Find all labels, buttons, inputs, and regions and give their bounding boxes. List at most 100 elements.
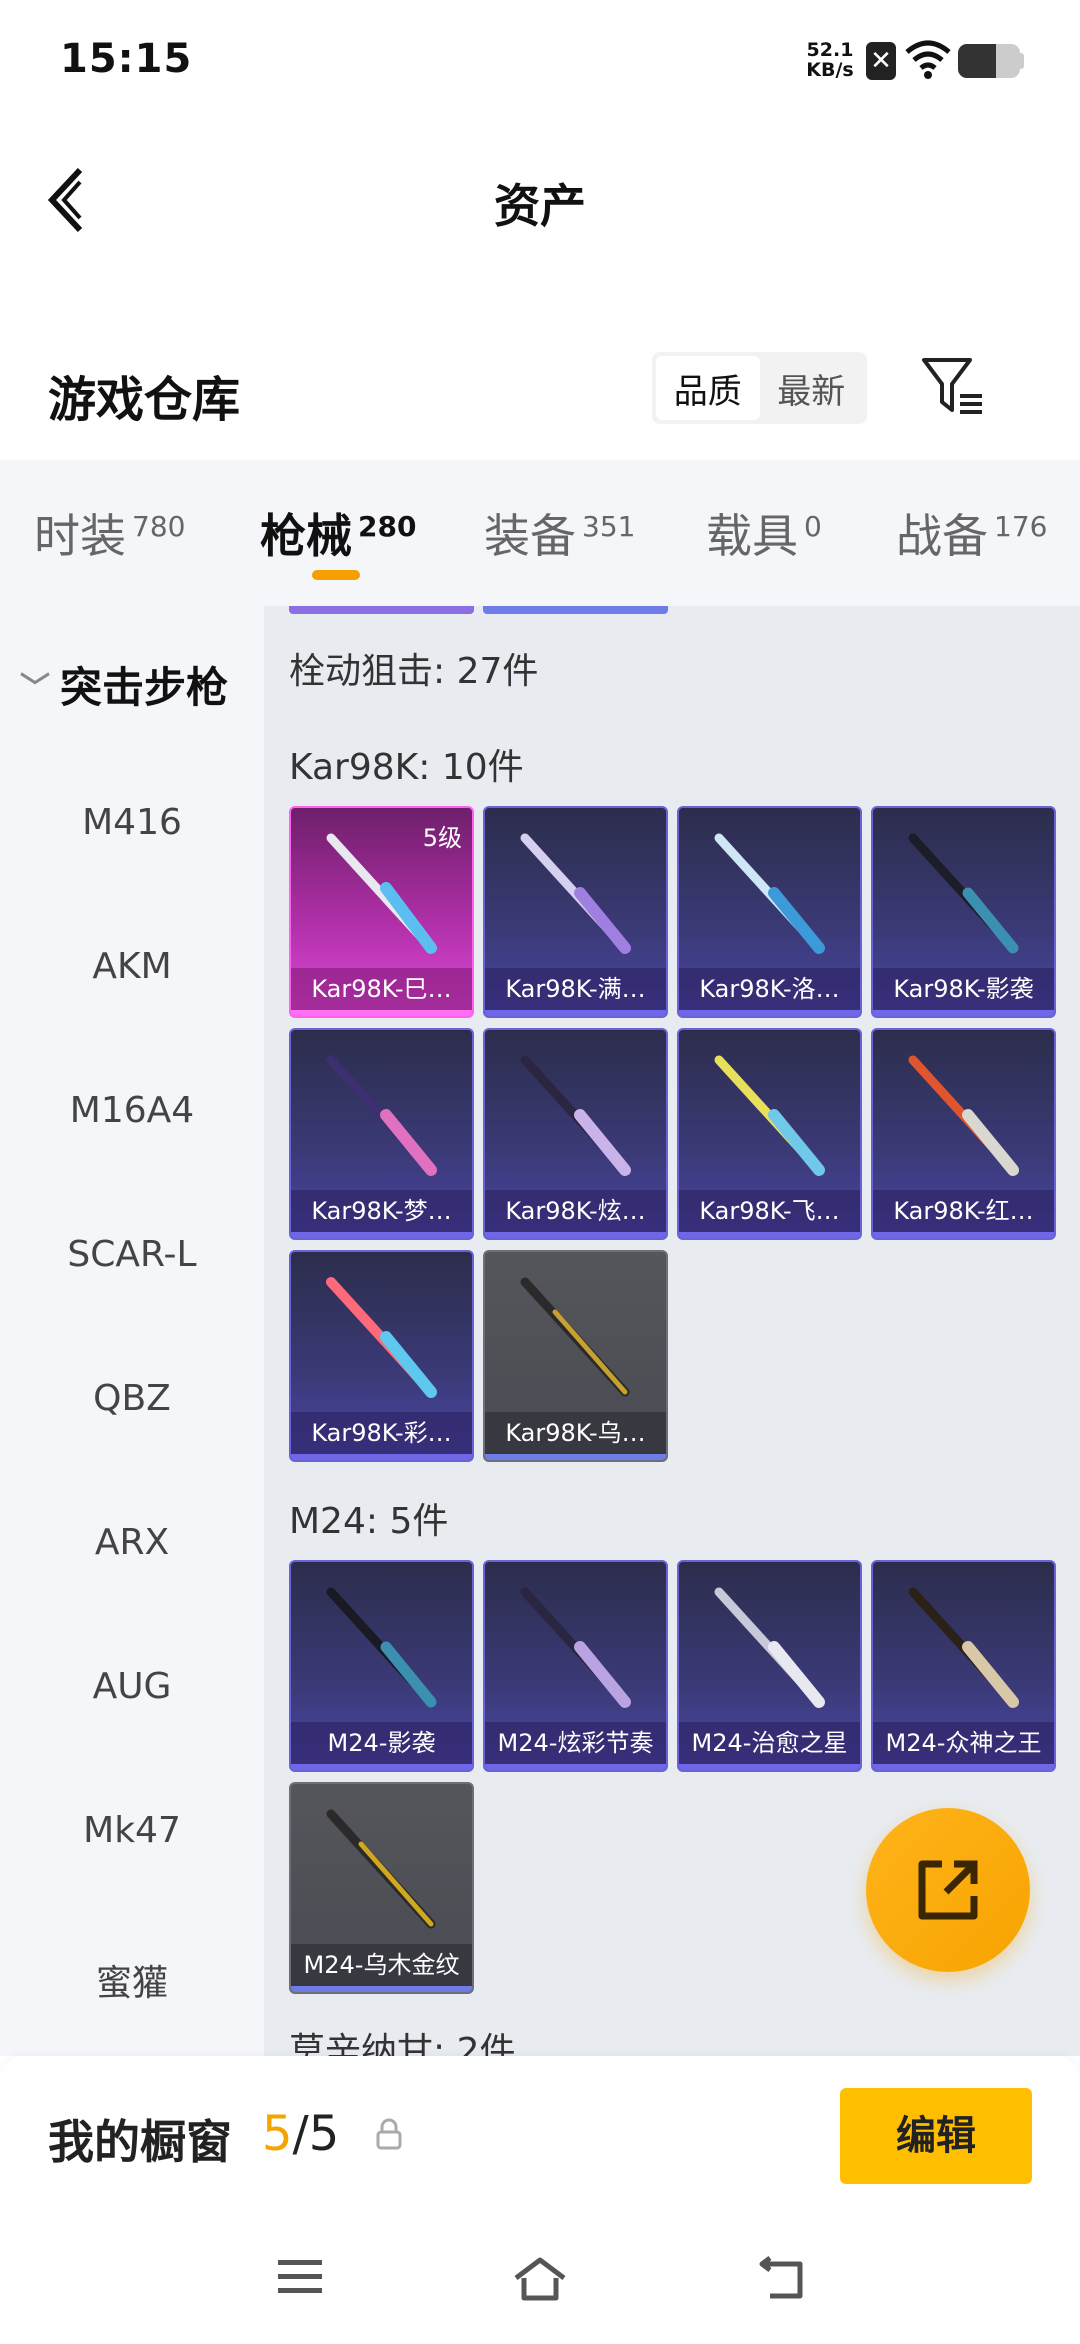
weapon-card-label: Kar98K-飞…: [679, 1190, 860, 1232]
weapon-card[interactable]: M24-影袭: [289, 1560, 474, 1772]
weapon-card-label: Kar98K-满…: [485, 968, 666, 1010]
weapon-card-label: Kar98K-乌…: [485, 1412, 666, 1454]
tab-supplies[interactable]: 战备 176: [896, 500, 1047, 566]
weapon-card-label: Kar98K-红…: [873, 1190, 1054, 1232]
sidebar-item-arx[interactable]: ARX: [0, 1522, 264, 1563]
showcase-count: 5/5: [262, 2106, 340, 2162]
rifle-icon: [520, 1277, 630, 1397]
weapon-card-label: Kar98K-彩…: [291, 1412, 472, 1454]
tab-guns[interactable]: 枪械 280: [260, 500, 416, 566]
menu-icon[interactable]: [276, 2256, 324, 2296]
tab-fashion[interactable]: 时装 780: [34, 500, 185, 566]
weapon-card-label: M24-乌木金纹: [291, 1944, 472, 1986]
rifle-icon: [326, 1809, 436, 1929]
weapon-card[interactable]: 5级 Kar98K-巳…: [289, 806, 474, 1018]
rarity-bar: [291, 1010, 472, 1016]
sort-newest-button[interactable]: 最新: [760, 356, 864, 420]
sidebar-category-assault-rifle[interactable]: ﹀ 突击步枪: [20, 654, 228, 715]
home-icon[interactable]: [512, 2256, 568, 2302]
weapon-card-label: Kar98K-巳…: [291, 968, 472, 1010]
category-tabs: 时装 780 枪械 280 装备 351 载具 0 战备 176: [0, 460, 1080, 606]
rarity-bar: [485, 1764, 666, 1770]
edit-button[interactable]: 编辑: [840, 2088, 1032, 2184]
sort-quality-button[interactable]: 品质: [656, 356, 760, 420]
sidebar-item-mk47[interactable]: Mk47: [0, 1810, 264, 1851]
weapon-card-label: M24-影袭: [291, 1722, 472, 1764]
weapon-card[interactable]: M24-乌木金纹: [289, 1782, 474, 1994]
active-tab-indicator: [312, 570, 360, 580]
group-title: 栓动狙击: 27件: [289, 651, 539, 692]
tab-vehicles[interactable]: 载具 0: [706, 500, 822, 566]
weapon-card[interactable]: M24-炫彩节奏: [483, 1560, 668, 1772]
back-nav-icon[interactable]: [756, 2256, 806, 2302]
section-title-m24: M24: 5件: [289, 1501, 449, 1542]
weapon-card[interactable]: Kar98K-梦…: [289, 1028, 474, 1240]
rarity-bar: [873, 1010, 1054, 1016]
weapon-card-label: M24-炫彩节奏: [485, 1722, 666, 1764]
wifi-icon: [905, 40, 951, 79]
rarity-bar: [291, 1454, 472, 1460]
weapon-card[interactable]: Kar98K-洛…: [677, 806, 862, 1018]
rifle-icon: [520, 1055, 631, 1176]
weapon-card[interactable]: M24-众神之王: [871, 1560, 1056, 1772]
share-button[interactable]: [866, 1808, 1030, 1972]
rarity-bar: [873, 1232, 1054, 1238]
sidebar-item-m16a4[interactable]: M16A4: [0, 1090, 264, 1131]
card-stub: [289, 606, 474, 614]
system-nav-bar: [0, 2206, 1080, 2344]
tab-equipment[interactable]: 装备 351: [484, 500, 635, 566]
rifle-icon: [520, 833, 631, 954]
sidebar-item-honey-badger[interactable]: 蜜獾: [0, 1954, 264, 2006]
weapon-card-label: Kar98K-洛…: [679, 968, 860, 1010]
weapon-card[interactable]: Kar98K-飞…: [677, 1028, 862, 1240]
chevron-down-icon: ﹀: [20, 670, 50, 706]
rarity-bar: [291, 1764, 472, 1770]
status-time: 15:15: [60, 36, 193, 82]
share-icon: [918, 1860, 978, 1920]
rarity-bar: [679, 1764, 860, 1770]
rarity-bar: [291, 1986, 472, 1992]
weapon-card-label: M24-治愈之星: [679, 1722, 860, 1764]
weapon-card[interactable]: Kar98K-红…: [871, 1028, 1056, 1240]
weapon-card[interactable]: Kar98K-炫…: [483, 1028, 668, 1240]
battery-tip: [1018, 53, 1024, 69]
weapon-card[interactable]: Kar98K-乌…: [483, 1250, 668, 1462]
weapon-card-label: Kar98K-影袭: [873, 968, 1054, 1010]
rifle-icon: [714, 1587, 825, 1708]
sidebar-item-qbz[interactable]: QBZ: [0, 1378, 264, 1419]
weapon-card[interactable]: M24-治愈之星: [677, 1560, 862, 1772]
sidebar-item-scar-l[interactable]: SCAR-L: [0, 1234, 264, 1275]
page-title: 资产: [494, 179, 586, 233]
lock-icon[interactable]: [374, 2118, 404, 2150]
weapon-card[interactable]: Kar98K-满…: [483, 806, 668, 1018]
rifle-icon: [908, 1055, 1019, 1176]
network-speed: 52.1 KB/s: [806, 39, 854, 81]
rarity-bar: [873, 1764, 1054, 1770]
rifle-icon: [908, 1587, 1019, 1708]
weapon-card-label: Kar98K-炫…: [485, 1190, 666, 1232]
rarity-bar: [485, 1454, 666, 1460]
rarity-bar: [679, 1232, 860, 1238]
sidebar-item-akm[interactable]: AKM: [0, 946, 264, 987]
rifle-icon: [714, 1055, 825, 1176]
no-sim-icon: ✕: [866, 42, 896, 80]
section-title-mosin-partial: 莫辛纳甘: 2件: [289, 2031, 516, 2056]
rifle-icon: [326, 1277, 437, 1398]
weapon-card-label: M24-众神之王: [873, 1722, 1054, 1764]
level-badge: 5级: [422, 824, 462, 852]
rarity-bar: [679, 1010, 860, 1016]
showcase-bar: 我的橱窗 5/5 编辑: [0, 2056, 1080, 2206]
sidebar-item-aug[interactable]: AUG: [0, 1666, 264, 1707]
sidebar-item-m416[interactable]: M416: [0, 802, 264, 843]
card-stub: [483, 606, 668, 614]
status-bar: 15:15 52.1 KB/s ✕: [0, 0, 1080, 120]
weapon-card[interactable]: Kar98K-影袭: [871, 806, 1056, 1018]
weapon-card-label: Kar98K-梦…: [291, 1190, 472, 1232]
weapon-card[interactable]: Kar98K-彩…: [289, 1250, 474, 1462]
rarity-bar: [291, 1232, 472, 1238]
rifle-icon: [908, 833, 1019, 954]
weapon-type-sidebar: ﹀ 突击步枪 M416 AKM M16A4 SCAR-L QBZ ARX AUG…: [0, 606, 264, 2056]
rifle-icon: [326, 1587, 437, 1708]
warehouse-title: 游戏仓库: [48, 372, 241, 428]
filter-icon[interactable]: [920, 356, 986, 418]
